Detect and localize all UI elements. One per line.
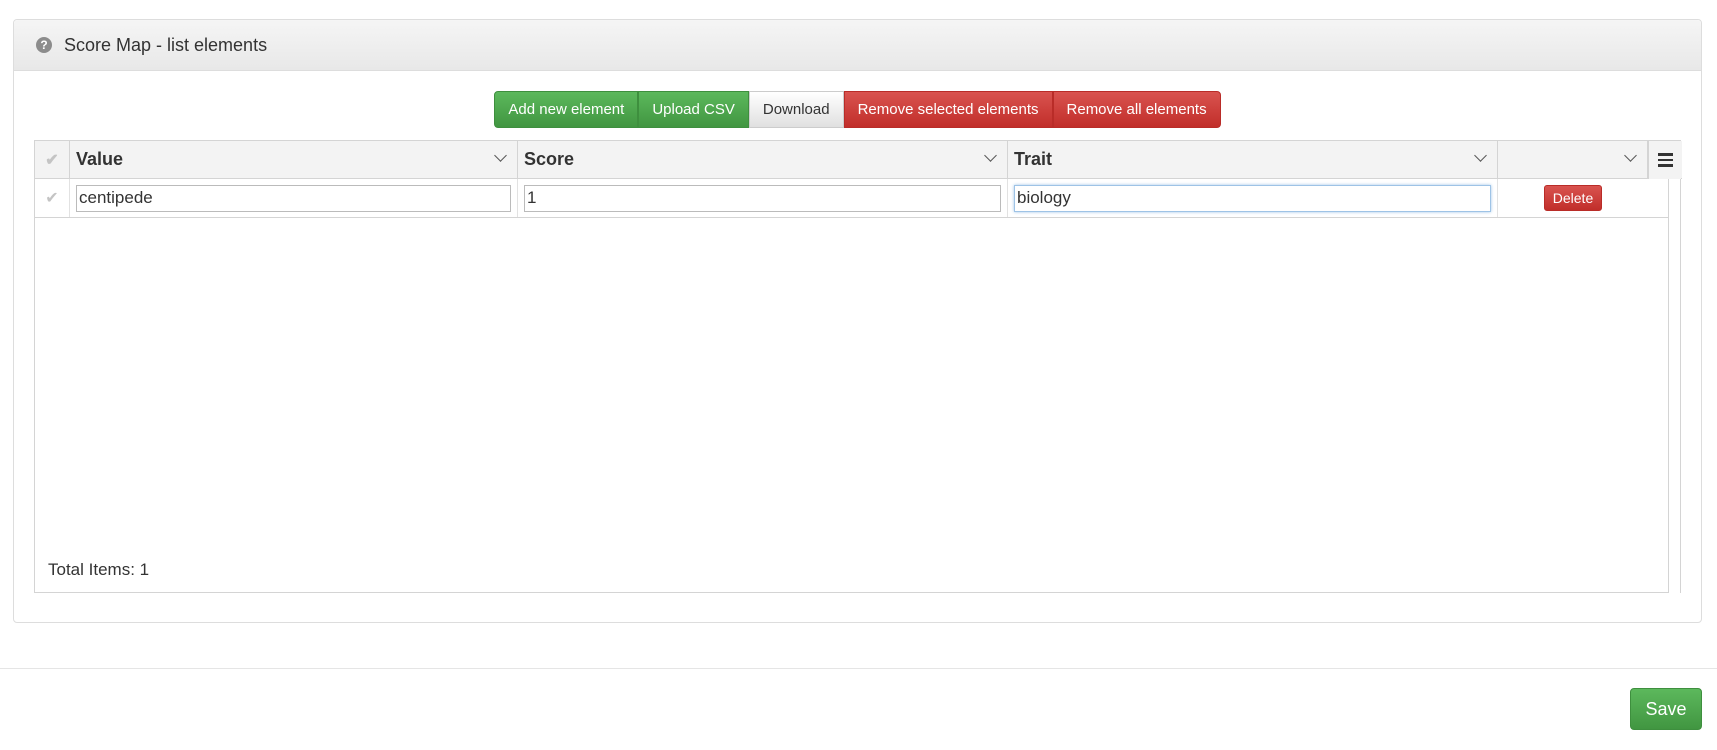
panel-heading: ? Score Map - list elements <box>14 20 1701 71</box>
panel-title: Score Map - list elements <box>64 34 268 55</box>
select-all-checkbox[interactable]: ✔ <box>35 141 70 178</box>
chevron-down-icon[interactable] <box>494 149 507 162</box>
table-row: ✔ Delete <box>35 179 1668 218</box>
column-header-trait[interactable]: Trait <box>1008 141 1498 178</box>
toolbar: Add new element Upload CSV Download Remo… <box>14 91 1701 128</box>
footer-divider <box>0 668 1717 669</box>
checkmark-icon: ✔ <box>45 190 59 207</box>
column-label: Value <box>76 149 124 169</box>
upload-csv-button[interactable]: Upload CSV <box>638 91 749 128</box>
grid-menu-icon[interactable] <box>1648 141 1681 179</box>
column-header-actions[interactable] <box>1498 141 1648 178</box>
actions-cell: Delete <box>1498 179 1668 217</box>
remove-all-button[interactable]: Remove all elements <box>1052 91 1221 128</box>
save-button[interactable]: Save <box>1630 688 1702 730</box>
row-select-checkbox[interactable]: ✔ <box>35 179 70 217</box>
score-input[interactable] <box>524 184 1001 212</box>
total-items-label: Total Items: 1 <box>48 560 150 579</box>
grid-header: ✔ Value Score Trait <box>35 141 1682 179</box>
add-new-element-button[interactable]: Add new element <box>494 91 639 128</box>
column-header-value[interactable]: Value <box>70 141 518 178</box>
checkmark-icon: ✔ <box>45 151 59 169</box>
elements-grid: ✔ Value Score Trait ✔ centipede 1 biolog… <box>34 140 1682 593</box>
grid-scrollbar[interactable] <box>1668 179 1680 593</box>
column-label: Trait <box>1014 149 1053 169</box>
chevron-down-icon[interactable] <box>984 149 997 162</box>
score-map-panel: ? Score Map - list elements Add new elem… <box>13 19 1702 623</box>
trait-cell <box>1008 179 1498 217</box>
download-button[interactable]: Download <box>748 91 844 128</box>
chevron-down-icon[interactable] <box>1474 149 1487 162</box>
delete-button[interactable]: Delete <box>1543 185 1603 211</box>
column-label: Score <box>524 149 575 169</box>
trait-input[interactable] <box>1014 184 1491 212</box>
value-input[interactable] <box>76 184 511 212</box>
chevron-down-icon[interactable] <box>1624 149 1637 162</box>
remove-selected-button[interactable]: Remove selected elements <box>843 91 1053 128</box>
value-cell <box>70 179 518 217</box>
column-header-score[interactable]: Score <box>518 141 1008 178</box>
help-icon[interactable]: ? <box>36 37 52 53</box>
score-cell <box>518 179 1008 217</box>
